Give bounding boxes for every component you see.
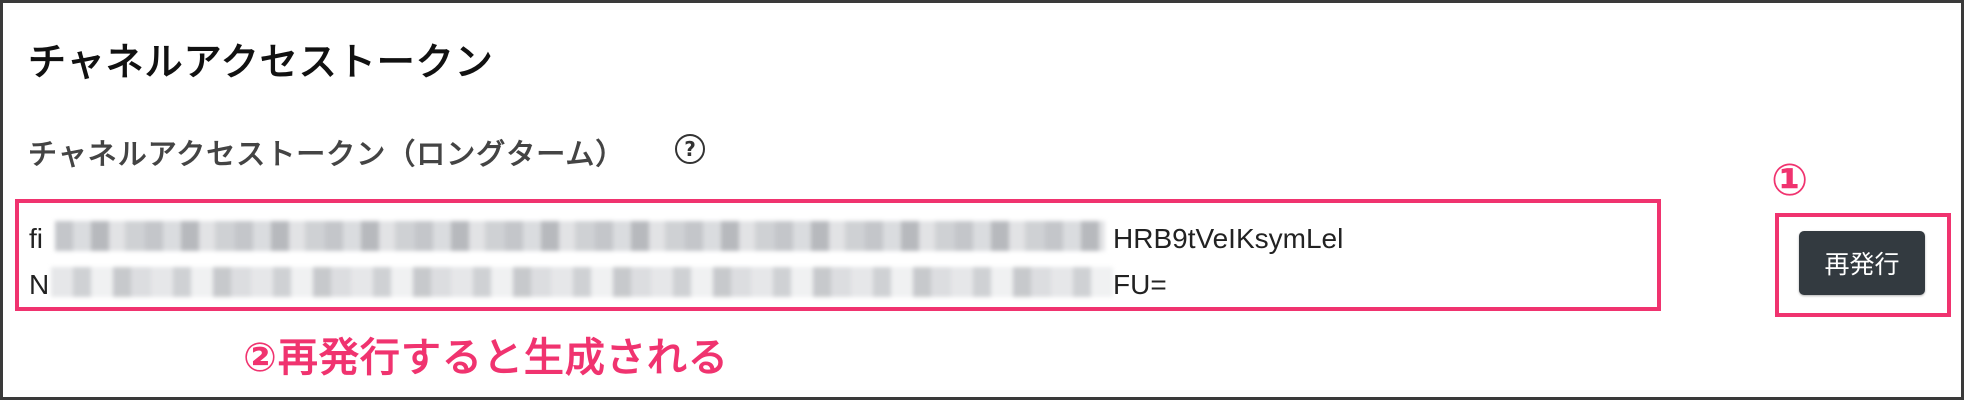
- redacted-blur: [51, 267, 1113, 297]
- token-display-box[interactable]: fi HRB9tVeIKsymLel N FU=: [15, 199, 1661, 311]
- token-line-2-end: FU=: [1113, 269, 1167, 300]
- token-line-1-end: HRB9tVeIKsymLel: [1113, 223, 1344, 254]
- window-frame: チャネルアクセストークン チャネルアクセストークン（ロングターム） ? fi H…: [0, 0, 1964, 400]
- step-2-annotation: ②再発行すると生成される: [243, 335, 729, 381]
- step-1-annotation: ①: [1771, 155, 1809, 206]
- token-line-2-start: N: [29, 269, 50, 300]
- token-line-1-start: fi: [29, 223, 43, 254]
- reissue-button[interactable]: 再発行: [1799, 231, 1925, 295]
- token-section-label: チャネルアクセストークン（ロングターム）: [28, 137, 626, 171]
- question-circle-icon[interactable]: ?: [675, 134, 705, 164]
- redacted-blur: [55, 221, 1105, 251]
- page-title: チャネルアクセストークン: [28, 40, 494, 84]
